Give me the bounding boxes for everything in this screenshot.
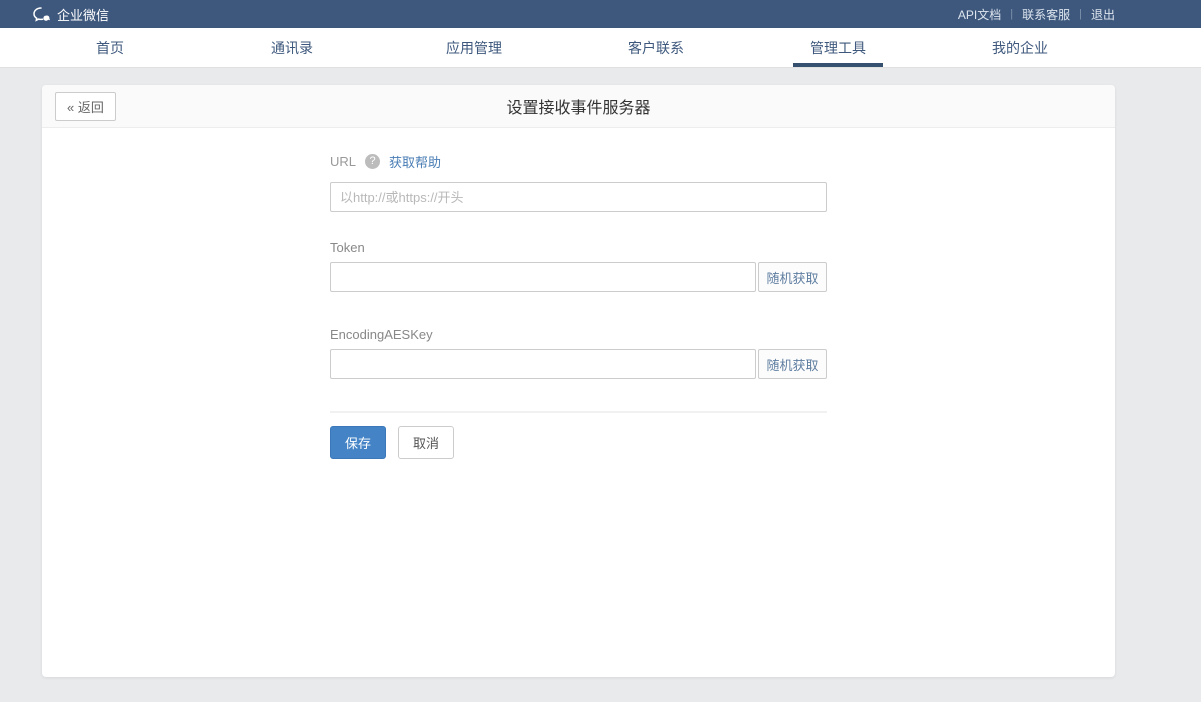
token-input-row: 随机获取 xyxy=(330,262,827,292)
nav-tab-home[interactable]: 首页 xyxy=(19,28,201,67)
main-nav-inner: 首页 通讯录 应用管理 客户联系 管理工具 我的企业 xyxy=(19,28,1111,67)
page-title: 设置接收事件服务器 xyxy=(42,94,1115,118)
url-input[interactable] xyxy=(330,182,827,212)
nav-tab-my-company[interactable]: 我的企业 xyxy=(929,28,1111,67)
url-label: URL xyxy=(330,154,356,169)
token-label: Token xyxy=(330,240,1115,255)
aeskey-section: EncodingAESKey 随机获取 xyxy=(330,327,1115,379)
token-input[interactable] xyxy=(330,262,756,292)
token-section: Token 随机获取 xyxy=(330,240,1115,292)
cancel-button[interactable]: 取消 xyxy=(398,426,454,459)
topbar-separator: | xyxy=(1079,8,1082,20)
aeskey-input-row: 随机获取 xyxy=(330,349,827,379)
aeskey-label: EncodingAESKey xyxy=(330,327,1115,342)
save-button[interactable]: 保存 xyxy=(330,426,386,459)
topbar-links: API文档 | 联系客服 | 退出 xyxy=(958,6,1115,23)
content-card: « 返回 设置接收事件服务器 URL ? 获取帮助 Token 随机获取 Enc… xyxy=(42,85,1115,677)
form-divider xyxy=(330,411,827,413)
topbar-link-api-docs[interactable]: API文档 xyxy=(958,6,1001,23)
form-actions: 保存 取消 xyxy=(330,426,1115,459)
nav-tab-customer-contact[interactable]: 客户联系 xyxy=(565,28,747,67)
get-help-link[interactable]: 获取帮助 xyxy=(389,152,441,171)
aeskey-random-button[interactable]: 随机获取 xyxy=(758,349,827,379)
token-random-button[interactable]: 随机获取 xyxy=(758,262,827,292)
topbar-link-logout[interactable]: 退出 xyxy=(1091,6,1115,23)
nav-tab-contacts[interactable]: 通讯录 xyxy=(201,28,383,67)
card-header: « 返回 设置接收事件服务器 xyxy=(42,85,1115,128)
main-nav: 首页 通讯录 应用管理 客户联系 管理工具 我的企业 xyxy=(0,28,1201,68)
server-settings-form: URL ? 获取帮助 Token 随机获取 EncodingAESKey 随机获… xyxy=(42,128,1115,459)
aeskey-input[interactable] xyxy=(330,349,756,379)
brand-name: 企业微信 xyxy=(57,5,109,24)
brand[interactable]: 企业微信 xyxy=(33,5,109,24)
topbar-link-support[interactable]: 联系客服 xyxy=(1022,6,1070,23)
wechat-work-logo-icon xyxy=(33,7,51,22)
nav-tab-admin-tools[interactable]: 管理工具 xyxy=(747,28,929,67)
nav-tab-app-management[interactable]: 应用管理 xyxy=(383,28,565,67)
url-label-row: URL ? 获取帮助 xyxy=(330,152,1115,171)
help-icon[interactable]: ? xyxy=(365,154,380,169)
back-button[interactable]: « 返回 xyxy=(55,92,116,121)
topbar: 企业微信 API文档 | 联系客服 | 退出 xyxy=(0,0,1201,28)
topbar-separator: | xyxy=(1010,8,1013,20)
